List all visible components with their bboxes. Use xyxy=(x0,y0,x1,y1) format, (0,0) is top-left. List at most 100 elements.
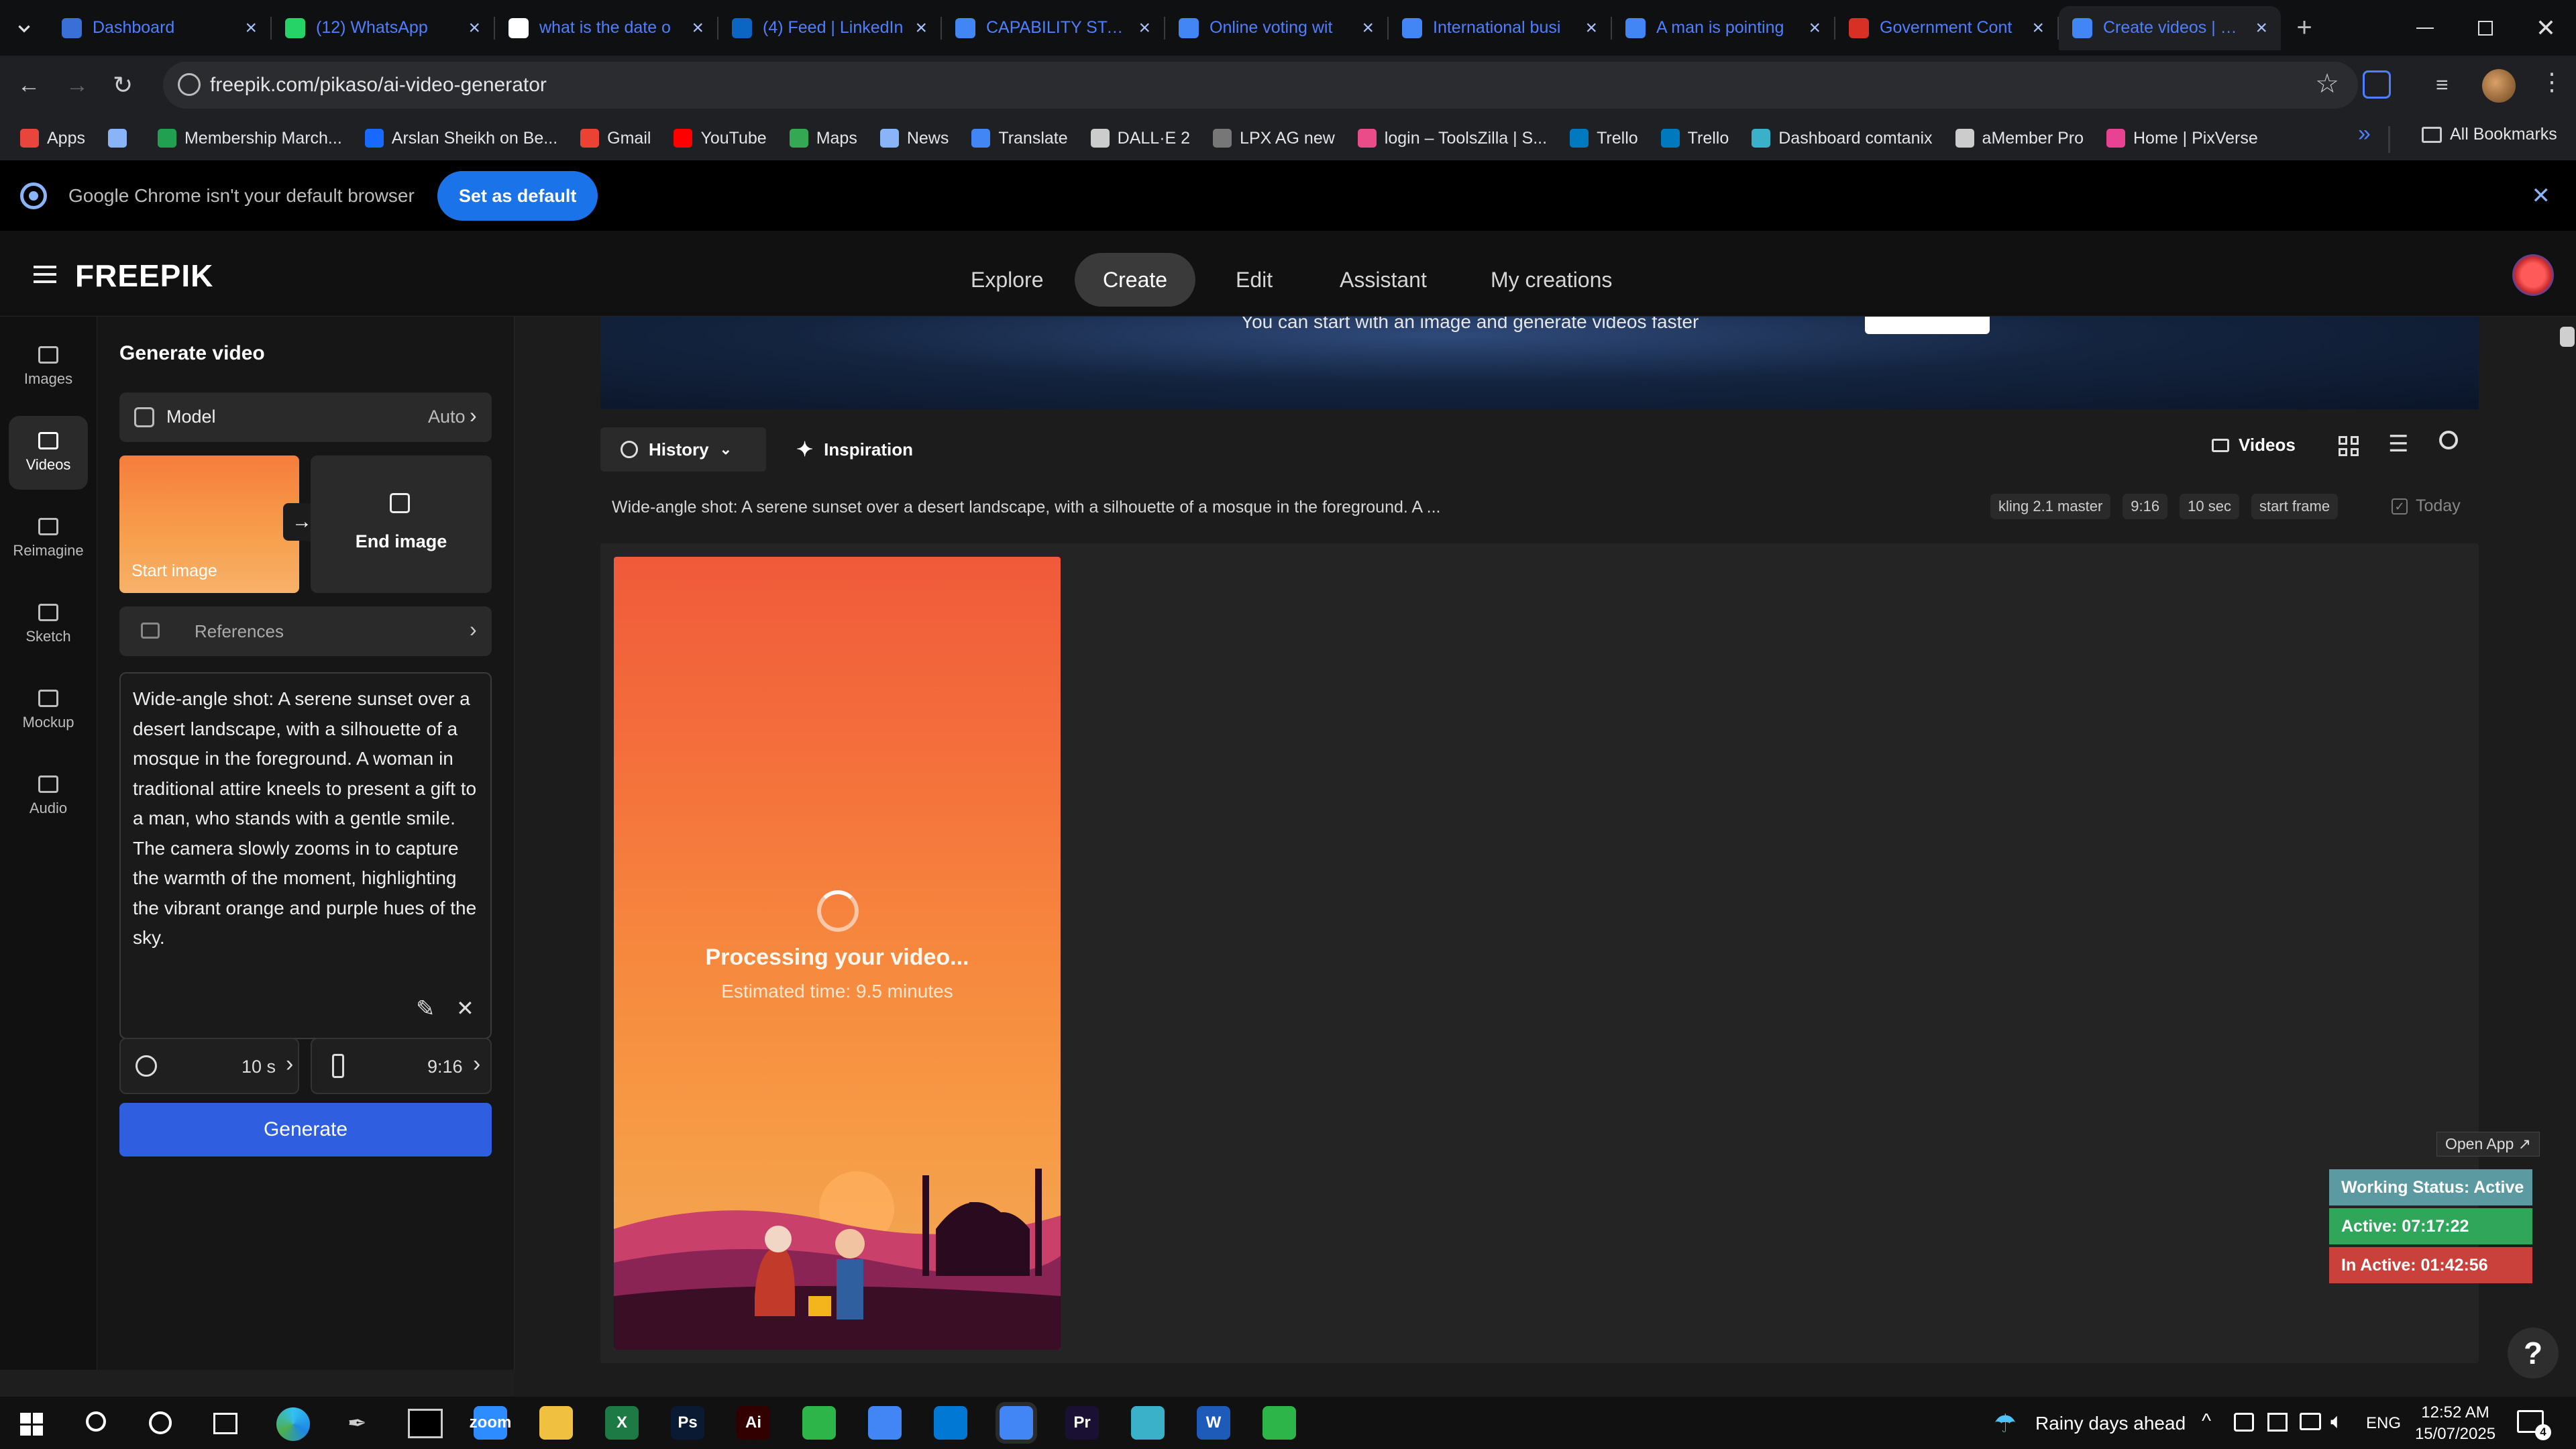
bookmark-item[interactable]: Arslan Sheikh on Be... xyxy=(364,129,557,148)
tab-close-icon[interactable]: × xyxy=(1362,17,1374,40)
tab-close-icon[interactable]: × xyxy=(2255,17,2267,40)
premiere-taskbar-icon[interactable]: Pr xyxy=(1065,1406,1099,1440)
aspect-ratio-selector[interactable]: 9:16 › xyxy=(311,1038,492,1094)
bookmark-item[interactable]: Trello xyxy=(1660,129,1729,148)
freepik-logo[interactable]: FREEPIK xyxy=(75,258,213,294)
rail-item-sketch[interactable]: Sketch xyxy=(9,588,88,661)
network-icon[interactable] xyxy=(2300,1413,2321,1430)
volume-icon[interactable]: 🔈︎ xyxy=(2330,1409,2343,1434)
browser-tab[interactable]: Online voting wit × xyxy=(1165,6,1387,50)
bookmark-item[interactable]: Translate xyxy=(971,129,1068,148)
browser-tab[interactable]: Create videos | Fre × xyxy=(2059,5,2281,50)
nav-my-creations[interactable]: My creations xyxy=(1462,253,1640,307)
generate-button[interactable]: Generate xyxy=(119,1103,492,1157)
nav-explore[interactable]: Explore xyxy=(943,253,1072,307)
duration-selector[interactable]: 10 s › xyxy=(119,1038,299,1094)
references-row[interactable]: References › xyxy=(119,606,492,656)
history-dropdown[interactable]: History ⌄ xyxy=(600,427,766,472)
bookmark-item[interactable]: Apps xyxy=(20,129,85,148)
weather-text[interactable]: Rainy days ahead xyxy=(2035,1413,2186,1434)
tab-close-icon[interactable]: × xyxy=(692,17,704,40)
zoom-taskbar-icon[interactable]: zoom xyxy=(470,1406,511,1440)
forward-button[interactable]: → xyxy=(66,72,89,99)
model-selector[interactable]: Model Auto › xyxy=(119,392,492,442)
tab-close-icon[interactable]: × xyxy=(1585,17,1597,40)
photoshop-taskbar-icon[interactable]: Ps xyxy=(671,1406,704,1440)
task-view-icon[interactable] xyxy=(213,1413,237,1434)
bookmark-item[interactable]: Trello xyxy=(1570,129,1638,148)
magic-wand-icon[interactable]: ✎ xyxy=(416,996,435,1022)
edge-icon[interactable] xyxy=(276,1407,310,1441)
reload-button[interactable]: ↻ xyxy=(113,71,133,99)
user-avatar[interactable] xyxy=(2512,254,2554,296)
settings-sliders-icon[interactable]: ☰ xyxy=(2388,431,2408,458)
terminal-icon[interactable] xyxy=(408,1409,443,1438)
bookmark-item[interactable] xyxy=(107,129,135,148)
open-app-button[interactable]: Open App ↗ xyxy=(2436,1132,2540,1157)
bookmark-item[interactable]: DALL·E 2 xyxy=(1090,129,1190,148)
bookmark-item[interactable]: Maps xyxy=(789,129,857,148)
bookmark-item[interactable]: aMember Pro xyxy=(1955,129,2084,148)
search-icon[interactable] xyxy=(86,1411,106,1432)
tray-chevron-icon[interactable]: ^ xyxy=(2202,1410,2211,1433)
video-card[interactable]: Processing your video... Estimated time:… xyxy=(614,557,1061,1350)
grid-view-icon[interactable] xyxy=(2339,436,2359,456)
browser-tab[interactable]: (4) Feed | LinkedIn × xyxy=(718,6,941,50)
reading-list-icon[interactable]: ≡ xyxy=(2436,72,2449,97)
tab-close-icon[interactable]: × xyxy=(468,17,480,40)
tab-close-icon[interactable]: × xyxy=(1809,17,1821,40)
nav-create[interactable]: Create xyxy=(1075,253,1196,307)
display-tray-icon[interactable] xyxy=(2267,1413,2288,1432)
explorer-taskbar-icon[interactable] xyxy=(539,1406,573,1440)
banner-button[interactable] xyxy=(1865,317,1990,334)
chrome-active-taskbar-icon[interactable] xyxy=(996,1402,1037,1444)
help-button[interactable]: ? xyxy=(2508,1328,2559,1379)
nav-assistant[interactable]: Assistant xyxy=(1311,253,1455,307)
word-taskbar-icon[interactable]: W xyxy=(1197,1406,1230,1440)
notification-center-icon[interactable]: 4 xyxy=(2517,1410,2551,1440)
search-icon[interactable] xyxy=(2439,431,2458,449)
bookmark-item[interactable]: Membership March... xyxy=(157,129,342,148)
rail-item-images[interactable]: Images xyxy=(9,330,88,404)
bookmark-item[interactable]: News xyxy=(879,129,949,148)
close-infobar-icon[interactable]: ✕ xyxy=(2532,182,2551,209)
new-tab-button[interactable]: + xyxy=(2281,13,2328,43)
tab-close-icon[interactable]: × xyxy=(1138,17,1150,40)
restore-button[interactable] xyxy=(2455,0,2516,56)
browser-tab[interactable]: Government Cont × xyxy=(1835,6,2057,50)
rail-item-audio[interactable]: Audio xyxy=(9,759,88,833)
bookmark-item[interactable]: Gmail xyxy=(580,129,651,148)
url-bar[interactable]: freepik.com/pikaso/ai-video-generator ☆ xyxy=(163,62,2358,109)
rail-item-videos[interactable]: Videos xyxy=(9,416,88,490)
bookmark-item[interactable]: Dashboard comtanix xyxy=(1752,129,1933,148)
tab-search-button[interactable] xyxy=(0,19,48,37)
tab-close-icon[interactable]: × xyxy=(915,17,927,40)
browser-tab[interactable]: what is the date o × xyxy=(495,6,717,50)
all-bookmarks-button[interactable]: All Bookmarks xyxy=(2422,125,2557,144)
bookmark-item[interactable]: Home | PixVerse xyxy=(2106,129,2258,148)
camera-tray-icon[interactable] xyxy=(2234,1413,2254,1432)
browser-tab[interactable]: (12) WhatsApp × xyxy=(272,6,494,50)
app-green2-taskbar-icon[interactable] xyxy=(1263,1406,1296,1440)
cortana-icon[interactable] xyxy=(149,1411,172,1434)
app-green-taskbar-icon[interactable] xyxy=(802,1406,836,1440)
rail-item-mockup[interactable]: Mockup xyxy=(9,674,88,747)
chrome-taskbar-icon[interactable] xyxy=(868,1406,902,1440)
scrollbar-thumb[interactable] xyxy=(2560,327,2575,347)
windows-start-icon[interactable] xyxy=(20,1413,43,1436)
prompt-box[interactable]: Wide-angle shot: A serene sunset over a … xyxy=(119,672,492,1039)
bookmark-star-icon[interactable]: ☆ xyxy=(2315,68,2339,99)
rail-item-reimagine[interactable]: Reimagine xyxy=(9,502,88,576)
clock[interactable]: 12:52 AM 15/07/2025 xyxy=(2408,1402,2502,1445)
browser-tab[interactable]: International busi × xyxy=(1389,6,1611,50)
tab-close-icon[interactable]: × xyxy=(2032,17,2044,40)
browser-tab[interactable]: A man is pointing × xyxy=(1612,6,1834,50)
end-image-slot[interactable]: End image xyxy=(311,455,492,593)
illustrator-taskbar-icon[interactable]: Ai xyxy=(737,1406,770,1440)
app-blue-taskbar-icon[interactable] xyxy=(1131,1406,1165,1440)
nav-edit[interactable]: Edit xyxy=(1208,253,1301,307)
close-window-button[interactable]: ✕ xyxy=(2516,0,2576,56)
browser-tab[interactable]: CAPABILITY STATE × xyxy=(942,6,1164,50)
prompt-text[interactable]: Wide-angle shot: A serene sunset over a … xyxy=(133,684,482,953)
chrome-menu-icon[interactable]: ⋮ xyxy=(2540,68,2564,96)
